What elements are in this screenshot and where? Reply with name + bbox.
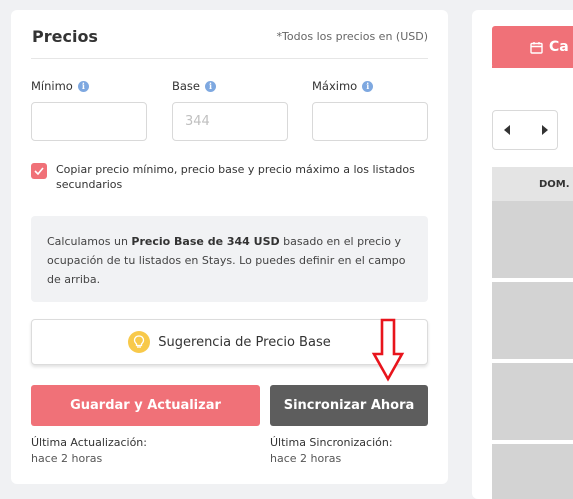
calendar-button[interactable]: Ca [492,26,573,68]
last-update-label: Última Actualización: [31,436,147,449]
check-icon [34,167,44,175]
sync-now-button[interactable]: Sincronizar Ahora [270,385,428,426]
maximo-label: Máximo i [312,79,374,93]
calendar-day-header: DOM. [492,167,573,201]
last-update: Última Actualización: hace 2 horas [31,435,147,467]
base-input[interactable] [172,102,288,141]
maximo-input[interactable] [312,102,428,141]
lightbulb-icon [128,331,151,353]
copy-prices-checkbox[interactable] [31,163,47,179]
page-title: Precios [32,27,98,46]
calendar-cell[interactable] [492,282,573,361]
copy-prices-label: Copiar precio mínimo, precio base y prec… [56,163,415,191]
calendar-button-label: Ca [549,39,569,55]
chevron-left-icon[interactable] [504,125,510,135]
calendar-cell[interactable] [492,444,573,499]
chevron-right-icon[interactable] [542,125,548,135]
info-icon[interactable]: i [205,80,217,92]
save-update-button[interactable]: Guardar y Actualizar [31,385,260,426]
last-sync-label: Última Sincronización: [270,436,393,449]
info-text-bold: Precio Base de 344 USD [131,235,280,248]
calendar-nav [492,110,558,150]
base-price-suggestion-button[interactable]: Sugerencia de Precio Base [31,319,428,365]
suggestion-label: Sugerencia de Precio Base [158,334,331,350]
calendar-cell[interactable] [492,363,573,442]
info-icon[interactable]: i [77,80,89,92]
base-label: Base i [172,79,217,93]
calendar-cell[interactable] [492,201,573,280]
precios-card: Precios *Todos los precios en (USD) Míni… [11,10,448,484]
arrow-down-annotation [371,318,405,382]
info-icon[interactable]: i [362,80,374,92]
info-text-prefix: Calculamos un [47,235,132,248]
last-update-value: hace 2 horas [31,452,103,465]
calendar-tab-underline [492,66,573,68]
minimo-label: Mínimo i [31,79,89,93]
calendar-icon [530,41,543,54]
minimo-label-text: Mínimo [31,79,73,93]
base-price-info: Calculamos un Precio Base de 344 USD bas… [31,216,428,302]
maximo-label-text: Máximo [312,79,358,93]
divider [31,58,428,59]
minimo-input[interactable] [31,102,147,141]
last-sync: Última Sincronización: hace 2 horas [270,435,393,467]
calendar-card: Ca DOM. [472,10,573,499]
currency-note: *Todos los precios en (USD) [276,30,428,43]
last-sync-value: hace 2 horas [270,452,342,465]
base-label-text: Base [172,79,201,93]
